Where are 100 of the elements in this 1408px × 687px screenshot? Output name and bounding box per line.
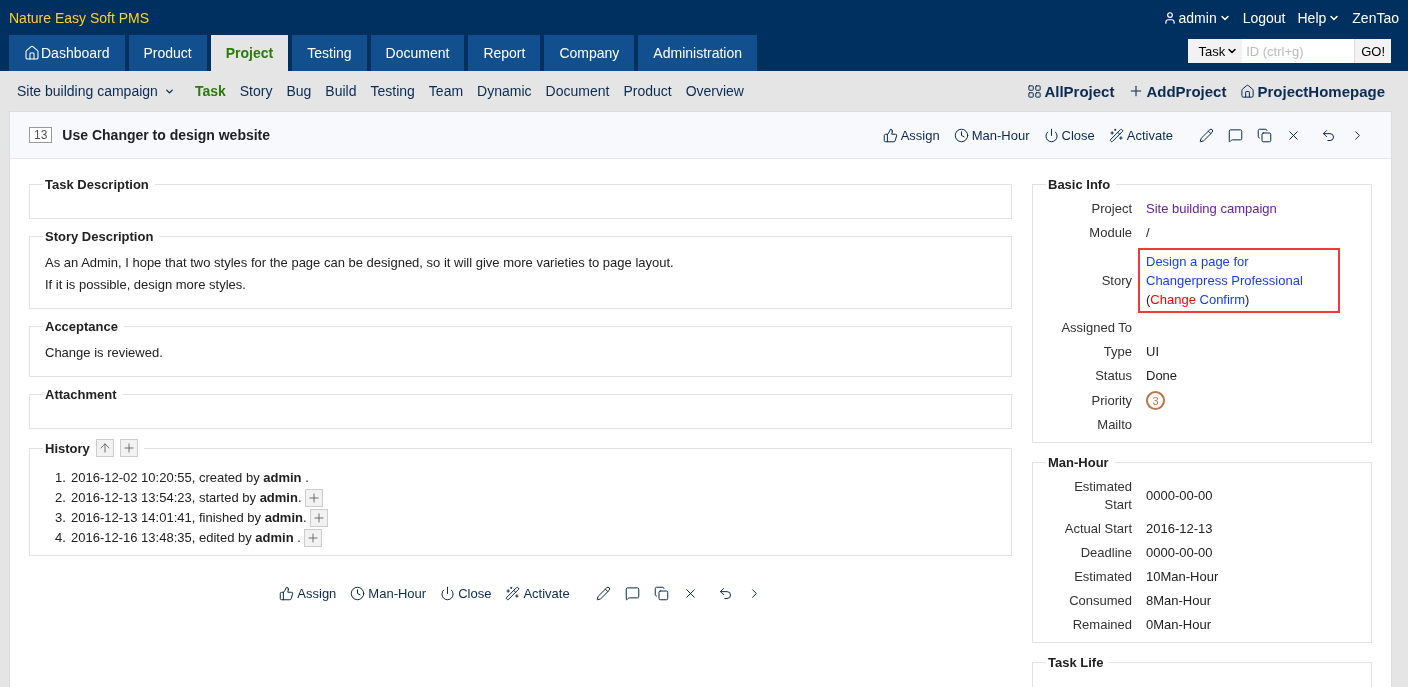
info-label: Assigned To — [1060, 319, 1132, 337]
section-text: If it is possible, design more styles. — [45, 276, 247, 294]
history-entry: 2016-12-16 13:48:35, edited by admin . — [71, 529, 301, 547]
nav-tab[interactable]: Product — [128, 35, 207, 71]
thumbs-up-icon — [882, 127, 898, 143]
copy-button[interactable] — [1257, 127, 1272, 143]
nav-tab[interactable]: Project — [210, 35, 289, 71]
sub-nav-item[interactable]: Testing — [370, 83, 415, 99]
back-button[interactable] — [1321, 127, 1336, 143]
header-link[interactable]: ZenTao — [1352, 9, 1399, 26]
thumbs-up-icon — [279, 586, 295, 601]
info-label: Remained — [1071, 616, 1132, 634]
project-action-link[interactable]: AddProject — [1128, 82, 1227, 100]
sub-nav-item[interactable]: Document — [545, 83, 610, 99]
info-label: Estimated — [1073, 568, 1132, 586]
bracket: ( — [1146, 292, 1151, 307]
back-button[interactable] — [717, 586, 733, 601]
task-id: 13 — [29, 127, 53, 143]
project-action-link[interactable]: ProjectHomepage — [1240, 82, 1385, 100]
help-menu[interactable]: Help — [1297, 9, 1341, 26]
sub-nav-item[interactable]: Story — [239, 83, 273, 99]
list-number: 2. — [55, 489, 67, 507]
comment-icon — [624, 586, 640, 601]
plus-icon — [305, 531, 320, 545]
nav-tab[interactable]: Company — [544, 35, 635, 71]
list-number: 4. — [55, 529, 67, 547]
comment-button[interactable] — [1228, 127, 1243, 143]
bracket: ) — [1245, 292, 1250, 307]
edit-button[interactable] — [1199, 127, 1214, 143]
nav-tab[interactable]: Document — [370, 35, 465, 71]
grid-icon — [1027, 83, 1043, 99]
section-title: Man-Hour — [1048, 455, 1109, 470]
section-title: History — [45, 440, 90, 456]
search-type-select[interactable]: Task — [1188, 39, 1243, 63]
project-select[interactable]: Site building campaign — [17, 83, 175, 99]
pencil-icon — [1199, 127, 1214, 143]
info-value: 0Man-Hour — [1146, 616, 1213, 634]
assign-button[interactable]: Assign — [279, 586, 337, 601]
activate-button[interactable]: Activate — [505, 586, 570, 601]
power-icon — [1043, 127, 1059, 143]
copy-button[interactable] — [653, 586, 669, 601]
sub-nav-item[interactable]: Task — [194, 83, 226, 99]
list-number: 3. — [55, 509, 67, 527]
plus-icon — [121, 441, 136, 455]
nav-tab[interactable]: Dashboard — [9, 35, 125, 71]
comment-button[interactable] — [624, 586, 640, 601]
back-icon — [1321, 127, 1336, 143]
info-value: 0000-00-00 — [1146, 487, 1214, 505]
sub-nav-item[interactable]: Team — [428, 83, 464, 99]
sub-nav-item[interactable]: Bug — [286, 83, 312, 99]
close-task-button[interactable]: Close — [1043, 127, 1095, 143]
magic-wand-icon — [505, 586, 521, 601]
sub-nav-item[interactable]: Dynamic — [477, 83, 532, 99]
user-icon — [1162, 10, 1177, 25]
assign-button[interactable]: Assign — [882, 127, 940, 143]
info-label: Project — [1090, 200, 1132, 218]
project-link[interactable]: Site building campaign — [1146, 200, 1356, 218]
story-link[interactable]: Design a page for Changerpress Professional — [1146, 252, 1332, 290]
info-label: Consumed — [1068, 592, 1132, 610]
man-hour-button[interactable]: Man-Hour — [350, 586, 427, 601]
section-title: Task Description — [45, 177, 149, 192]
info-value: 0000-00-00 — [1146, 544, 1214, 562]
info-label: Deadline — [1079, 544, 1132, 562]
search-field[interactable]: ID (ctrl+g) — [1242, 39, 1355, 63]
copy-icon — [1257, 127, 1272, 143]
project-action-link[interactable]: AllProject — [1027, 82, 1115, 100]
priority-badge: 3 — [1146, 391, 1165, 410]
plus-icon — [306, 491, 321, 505]
story-link[interactable]: Confirm — [1199, 292, 1246, 307]
info-label: Type — [1102, 343, 1132, 361]
nav-tab[interactable]: Report — [468, 35, 541, 71]
info-value: UI — [1146, 343, 1160, 361]
info-value: 10Man-Hour — [1146, 568, 1220, 586]
close-task-button[interactable]: Close — [440, 586, 492, 601]
section-title: Attachment — [45, 387, 117, 402]
sub-nav-item[interactable]: Product — [623, 83, 672, 99]
section-title: Acceptance — [45, 319, 118, 334]
man-hour-button[interactable]: Man-Hour — [953, 127, 1030, 143]
sub-nav-item[interactable]: Build — [325, 83, 357, 99]
nav-tab[interactable]: Testing — [292, 35, 367, 71]
user-menu[interactable]: admin — [1162, 9, 1231, 26]
change-alert[interactable]: Change — [1150, 292, 1196, 307]
clock-icon — [350, 586, 366, 601]
section-title: Basic Info — [1048, 177, 1111, 192]
info-label: Module — [1088, 224, 1132, 242]
history-entry: 2016-12-13 14:01:41, finished by admin. — [71, 509, 307, 527]
plus-icon — [311, 511, 326, 525]
sub-nav-item[interactable]: Overview — [685, 83, 744, 99]
go-button[interactable]: GO! — [1354, 39, 1391, 63]
info-label: Priority — [1090, 391, 1132, 410]
section-title: Story Description — [45, 229, 154, 244]
sort-button[interactable] — [95, 439, 114, 457]
home-icon — [1240, 83, 1256, 99]
nav-tab[interactable]: Administration — [638, 35, 758, 71]
header-link[interactable]: Logout — [1242, 9, 1286, 26]
magic-wand-icon — [1108, 127, 1124, 143]
edit-button[interactable] — [595, 586, 611, 601]
activate-button[interactable]: Activate — [1108, 127, 1173, 143]
info-value: / — [1146, 224, 1151, 242]
section-title: Task Life — [1048, 655, 1104, 670]
